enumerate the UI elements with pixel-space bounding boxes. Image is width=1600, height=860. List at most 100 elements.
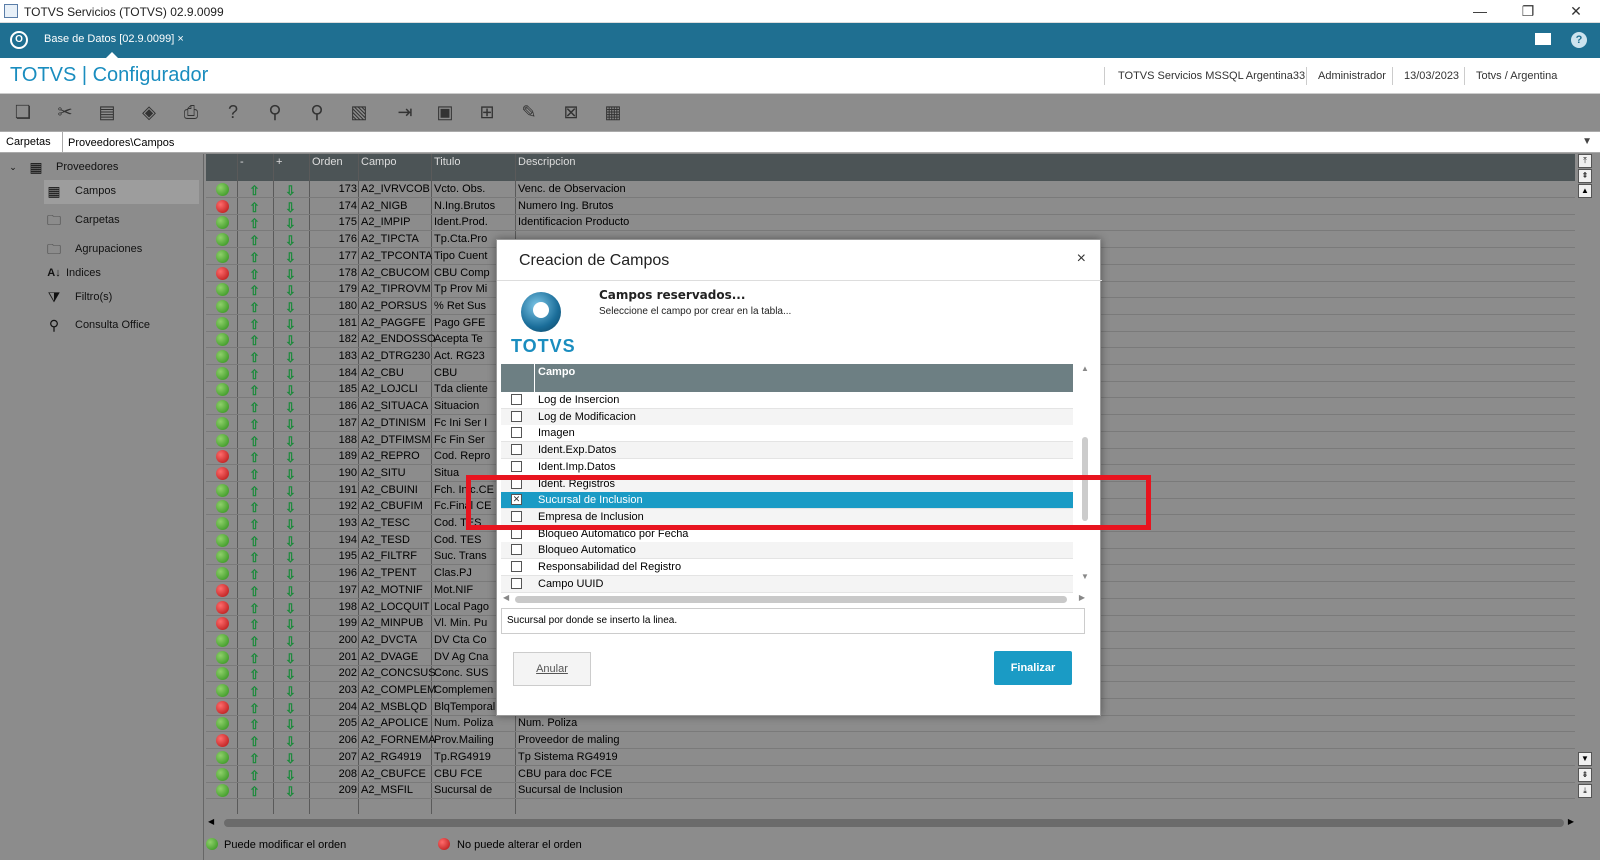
list-item[interactable]: Ident.Imp.Datos: [501, 458, 1073, 476]
table-row[interactable]: ⇧ ⇩ 205 A2_APOLICE Num. Poliza Num. Poliza: [206, 715, 1575, 733]
list-item[interactable]: Log de Modificacion: [501, 408, 1073, 426]
move-up-icon[interactable]: ⇧: [249, 434, 260, 450]
move-down-icon[interactable]: ⇩: [285, 434, 296, 450]
print-icon[interactable]: ⎙: [178, 99, 204, 125]
exit-icon[interactable]: ⇥: [392, 99, 418, 125]
scroll-right-icon[interactable]: ▶: [1079, 593, 1085, 602]
move-up-icon[interactable]: ⇧: [249, 784, 260, 800]
move-up-icon[interactable]: ⇧: [249, 216, 260, 232]
copy-icon[interactable]: ❏: [10, 99, 36, 125]
list-item[interactable]: Imagen: [501, 425, 1073, 443]
scroll-bottom-icon[interactable]: ⤓: [1578, 784, 1592, 798]
list-horizontal-scrollbar[interactable]: ◀ ▶: [501, 593, 1087, 605]
move-up-icon[interactable]: ⇧: [249, 233, 260, 249]
table-row[interactable]: ⇧ ⇩ 174 A2_NIGB N.Ing.Brutos Numero Ing. Brut…: [206, 198, 1575, 215]
move-down-icon[interactable]: ⇩: [285, 183, 296, 199]
tree-root-proveedores[interactable]: ⌄ ▦ Proveedores: [8, 156, 198, 180]
move-up-icon[interactable]: ⇧: [249, 500, 260, 516]
move-up-icon[interactable]: ⇧: [249, 467, 260, 483]
move-down-icon[interactable]: ⇩: [285, 567, 296, 583]
move-down-icon[interactable]: ⇩: [285, 784, 296, 800]
move-down-icon[interactable]: ⇩: [285, 651, 296, 667]
col-titulo[interactable]: Titulo: [434, 156, 461, 168]
finalizar-button[interactable]: Finalizar: [994, 651, 1072, 685]
move-up-icon[interactable]: ⇧: [249, 367, 260, 383]
move-down-icon[interactable]: ⇩: [285, 216, 296, 232]
anular-button[interactable]: Anular: [513, 652, 591, 686]
new-doc-icon[interactable]: ▧: [346, 99, 372, 125]
calendar-icon[interactable]: ▦: [600, 99, 626, 125]
move-up-icon[interactable]: ⇧: [249, 701, 260, 717]
move-down-icon[interactable]: ⇩: [285, 667, 296, 683]
move-down-icon[interactable]: ⇩: [285, 617, 296, 633]
move-down-icon[interactable]: ⇩: [285, 317, 296, 333]
table-row[interactable]: ⇧ ⇩ 208 A2_CBUFCE CBU FCE CBU para doc FCE: [206, 766, 1575, 783]
edit-icon[interactable]: ✎: [516, 99, 542, 125]
move-up-icon[interactable]: ⇧: [249, 267, 260, 283]
carpetas-label[interactable]: Carpetas: [6, 136, 51, 148]
scroll-right-icon[interactable]: ▶: [1568, 817, 1574, 826]
chevron-down-icon[interactable]: ▼: [1582, 136, 1592, 147]
move-up-icon[interactable]: ⇧: [249, 751, 260, 767]
sidebar-item-filtros[interactable]: ⧩ Filtro(s): [44, 286, 199, 310]
move-down-icon[interactable]: ⇩: [285, 350, 296, 366]
move-up-icon[interactable]: ⇧: [249, 200, 260, 216]
move-down-icon[interactable]: ⇩: [285, 601, 296, 617]
move-down-icon[interactable]: ⇩: [285, 534, 296, 550]
move-down-icon[interactable]: ⇩: [285, 717, 296, 733]
move-up-icon[interactable]: ⇧: [249, 550, 260, 566]
move-down-icon[interactable]: ⇩: [285, 517, 296, 533]
move-down-icon[interactable]: ⇩: [285, 333, 296, 349]
close-icon[interactable]: ×: [1077, 250, 1086, 268]
cut-icon[interactable]: ✂: [52, 99, 78, 125]
list-item[interactable]: Bloqueo Automatico: [501, 542, 1073, 560]
move-up-icon[interactable]: ⇧: [249, 567, 260, 583]
move-down-icon[interactable]: ⇩: [285, 300, 296, 316]
col-descripcion[interactable]: Descripcion: [518, 156, 575, 168]
checkbox[interactable]: [511, 410, 522, 422]
sidebar-item-consulta-office[interactable]: ⚲ Consulta Office: [44, 314, 199, 338]
sidebar-item-carpetas[interactable]: 🗀 Carpetas: [44, 209, 199, 233]
move-down-icon[interactable]: ⇩: [285, 484, 296, 500]
scroll-up-icon[interactable]: ▲: [1079, 364, 1091, 373]
move-down-icon[interactable]: ⇩: [285, 200, 296, 216]
table-row[interactable]: ⇧ ⇩ 206 A2_FORNEMA Prov.Mailing Proveedor de …: [206, 732, 1575, 750]
table-row[interactable]: ⇧ ⇩ 207 A2_RG4919 Tp.RG4919 Tp Sistema RG4919: [206, 749, 1575, 766]
move-up-icon[interactable]: ⇧: [249, 400, 260, 416]
list-item[interactable]: Responsabilidad del Registro: [501, 559, 1073, 576]
tab-close-icon[interactable]: ×: [177, 33, 183, 45]
move-up-icon[interactable]: ⇧: [249, 417, 260, 433]
checkbox[interactable]: [511, 427, 522, 439]
move-up-icon[interactable]: ⇧: [249, 300, 260, 316]
totvs-logo-icon[interactable]: O: [10, 31, 28, 49]
move-down-icon[interactable]: ⇩: [285, 233, 296, 249]
move-up-icon[interactable]: ⇧: [249, 634, 260, 650]
help-icon[interactable]: ?: [220, 99, 246, 125]
chevron-down-icon[interactable]: ⌄: [8, 158, 18, 176]
tab-base-de-datos[interactable]: Base de Datos [02.9.0099] ×: [38, 29, 190, 58]
move-up-icon[interactable]: ⇧: [249, 584, 260, 600]
move-up-icon[interactable]: ⇧: [249, 350, 260, 366]
scroll-down-icon[interactable]: ▼: [1079, 572, 1091, 581]
move-down-icon[interactable]: ⇩: [285, 367, 296, 383]
paste-icon[interactable]: ▤: [94, 99, 120, 125]
table-row[interactable]: ⇧ ⇩ 175 A2_IMPIP Ident.Prod. Identificacion P…: [206, 214, 1575, 232]
move-up-icon[interactable]: ⇧: [249, 333, 260, 349]
checkbox[interactable]: [511, 561, 522, 572]
move-up-icon[interactable]: ⇧: [249, 383, 260, 399]
move-down-icon[interactable]: ⇩: [285, 467, 296, 483]
minimize-button[interactable]: —: [1460, 2, 1500, 20]
scroll-up-icon[interactable]: ▲: [1578, 184, 1592, 198]
delete-icon[interactable]: ⊠: [558, 99, 584, 125]
checkbox[interactable]: [511, 544, 522, 556]
col-campo[interactable]: Campo: [361, 156, 396, 168]
scroll-thumb[interactable]: [224, 819, 1564, 827]
help-icon[interactable]: ?: [1571, 32, 1587, 48]
close-window-button[interactable]: ✕: [1556, 2, 1596, 20]
move-up-icon[interactable]: ⇧: [249, 534, 260, 550]
preview-icon[interactable]: ▣: [432, 99, 458, 125]
move-down-icon[interactable]: ⇩: [285, 751, 296, 767]
checkbox[interactable]: [511, 460, 522, 472]
move-down-icon[interactable]: ⇩: [285, 701, 296, 717]
move-up-icon[interactable]: ⇧: [249, 667, 260, 683]
